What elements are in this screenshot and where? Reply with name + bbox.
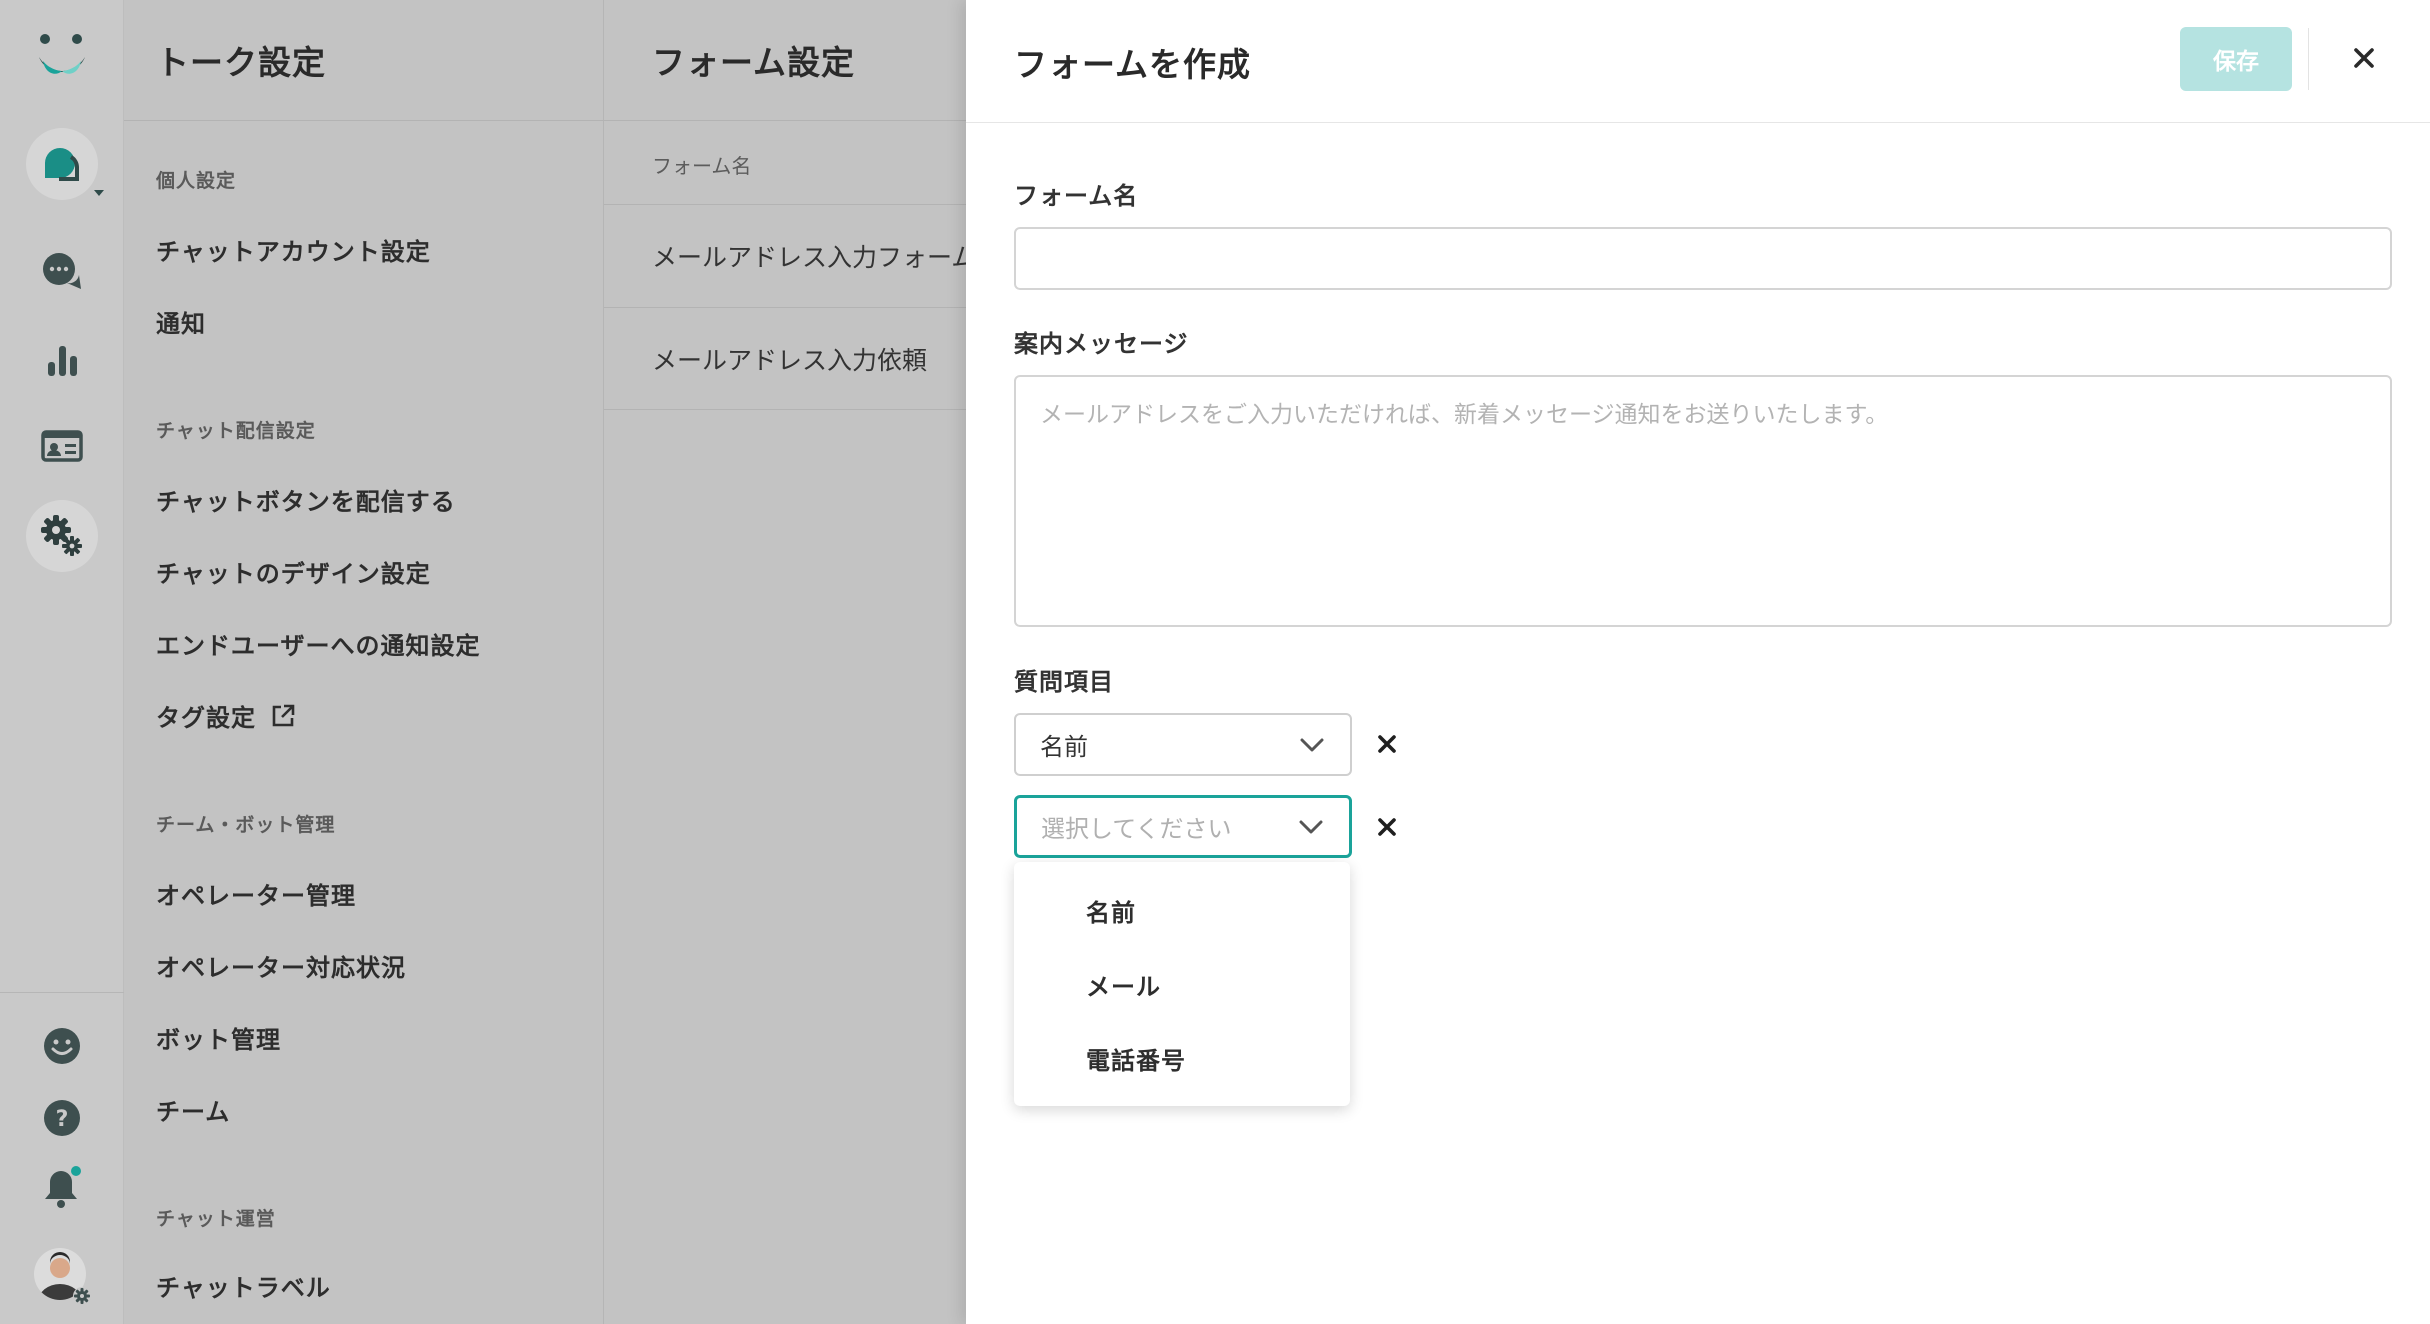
question-select-value: 名前	[1040, 733, 1088, 761]
message-label: 案内メッセージ	[1014, 330, 1189, 358]
svg-text:?: ?	[55, 1107, 68, 1132]
forms-list-row[interactable]: メールアドレス入力フォーム	[604, 204, 966, 307]
create-form-panel: フォームを作成 保存 フォーム名 案内メッセージ メールアドレスをご入力いただけ…	[966, 0, 2430, 1324]
forms-list-row[interactable]: メールアドレス入力依頼	[604, 307, 966, 410]
sidebar-item-deliver-chat-button[interactable]: チャットボタンを配信する	[156, 482, 456, 517]
panel-title: フォームを作成	[1014, 45, 1252, 84]
question-type-dropdown: 名前 メール 電話番号	[1014, 862, 1350, 1106]
form-row-name: メールアドレス入力フォーム	[652, 243, 966, 272]
sidebar-item-notifications[interactable]: 通知	[156, 304, 206, 339]
form-name-label: フォーム名	[1014, 182, 1139, 210]
remove-x-icon	[1378, 735, 1396, 753]
tag-settings-label: タグ設定	[156, 704, 256, 732]
sidebar-item-chat-account[interactable]: チャットアカウント設定	[156, 232, 431, 267]
chevron-down-icon	[1300, 738, 1324, 751]
questions-label: 質問項目	[1014, 668, 1114, 696]
user-avatar[interactable]	[26, 1240, 98, 1312]
form-row-name: メールアドレス入力依頼	[652, 345, 928, 375]
contacts-icon[interactable]	[26, 410, 98, 482]
section-label-personal: 個人設定	[156, 170, 237, 192]
forms-pane-title: フォーム設定	[652, 43, 856, 82]
analytics-icon[interactable]	[26, 324, 98, 396]
form-name-input[interactable]	[1014, 227, 2392, 290]
dropdown-option-name[interactable]: 名前	[1014, 874, 1350, 946]
sidebar-item-chat-label[interactable]: チャットラベル	[156, 1268, 331, 1303]
notification-bell-icon[interactable]	[26, 1152, 98, 1224]
sidebar-title: トーク設定	[156, 43, 326, 82]
dropdown-option-phone[interactable]: 電話番号	[1014, 1022, 1350, 1094]
section-label-team-bot: チーム・ボット管理	[156, 814, 336, 836]
settings-gear-icon[interactable]	[25, 500, 98, 572]
sidebar-item-operator-management[interactable]: オペレーター管理	[156, 876, 356, 911]
app-logo-icon[interactable]	[26, 20, 98, 92]
section-label-chat-delivery: チャット配信設定	[156, 420, 316, 442]
sidebar-item-operator-status[interactable]: オペレーター対応状況	[156, 948, 406, 983]
sidebar-item-bot-management[interactable]: ボット管理	[156, 1020, 281, 1055]
question-select-placeholder: 選択してください	[1041, 815, 1232, 843]
talk-icon[interactable]	[25, 128, 104, 200]
remove-x-icon	[1378, 818, 1396, 836]
forms-header-divider	[604, 120, 966, 121]
help-icon[interactable]: ?	[26, 1082, 98, 1154]
sidebar-item-tag-settings[interactable]: タグ設定	[156, 698, 296, 733]
guide-message-textarea[interactable]: メールアドレスをご入力いただければ、新着メッセージ通知をお送りいたします。	[1014, 375, 2392, 627]
rail-divider	[0, 992, 124, 993]
remove-question-button[interactable]	[1370, 810, 1404, 844]
external-link-icon	[272, 704, 295, 726]
save-button[interactable]: 保存	[2180, 27, 2292, 91]
sidebar-header-divider	[124, 120, 604, 121]
settings-sidebar: トーク設定 個人設定 チャットアカウント設定 通知 チャット配信設定 チャットボ…	[124, 0, 604, 1324]
remove-question-button[interactable]	[1370, 727, 1404, 761]
sidebar-item-team[interactable]: チーム	[156, 1092, 230, 1127]
header-separator	[2308, 28, 2309, 90]
section-label-chat-operation: チャット運営	[156, 1208, 276, 1230]
caret-down-icon	[93, 190, 104, 196]
chat-icon[interactable]	[26, 236, 98, 308]
close-button[interactable]	[2342, 36, 2386, 80]
icon-rail: ?	[0, 0, 124, 1324]
dropdown-option-mail[interactable]: メール	[1014, 948, 1350, 1020]
guide-message-placeholder: メールアドレスをご入力いただければ、新着メッセージ通知をお送りいたします。	[1040, 402, 1889, 428]
chevron-down-icon	[1299, 820, 1323, 833]
sidebar-item-chat-design[interactable]: チャットのデザイン設定	[156, 554, 431, 589]
close-icon	[2354, 48, 2374, 68]
feedback-smile-icon[interactable]	[26, 1010, 98, 1082]
forms-list-pane: フォーム設定 フォーム名 メールアドレス入力フォーム メールアドレス入力依頼	[604, 0, 966, 1324]
question-select-2[interactable]: 選択してください	[1014, 795, 1352, 858]
sidebar-item-enduser-notification[interactable]: エンドユーザーへの通知設定	[156, 626, 481, 661]
forms-column-header: フォーム名	[652, 154, 752, 178]
question-select-1[interactable]: 名前	[1014, 713, 1352, 776]
panel-header: フォームを作成 保存	[966, 0, 2430, 123]
